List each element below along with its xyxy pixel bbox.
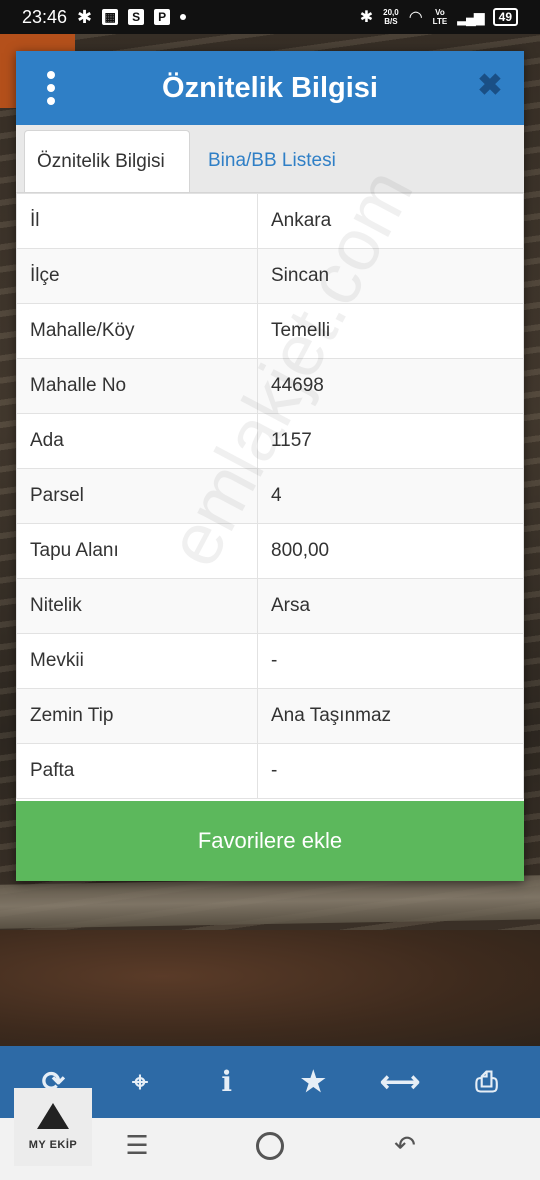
attr-value: 1157: [257, 413, 524, 469]
attr-key: Parsel: [16, 468, 258, 524]
dialog-header: Öznitelik Bilgisi ✖: [16, 51, 524, 125]
status-bar: 23:46 ✱ ▦ S P ✱ 20,0 B/S ◠ Vo LTE ▂▄▆ 49: [0, 0, 540, 34]
print-icon[interactable]: ⎙: [467, 1062, 507, 1102]
attr-key: Pafta: [16, 743, 258, 799]
attr-key: Mevkii: [16, 633, 258, 689]
status-time: 23:46: [22, 6, 68, 27]
back-icon[interactable]: ↶: [390, 1130, 420, 1161]
logo-text: MY EKİP: [28, 1139, 78, 1151]
attr-key: Mahalle No: [16, 358, 258, 414]
notification-star-icon: ✱: [77, 6, 93, 27]
table-row: Mahalle No 44698: [16, 358, 524, 414]
attr-value: Temelli: [257, 303, 524, 359]
table-row: Ada 1157: [16, 413, 524, 469]
table-row: Mevkii -: [16, 633, 524, 689]
attr-key: İlçe: [16, 248, 258, 304]
attr-value: -: [257, 633, 524, 689]
recent-apps-icon[interactable]: ☰: [122, 1130, 152, 1161]
network-type: Vo LTE: [432, 8, 448, 26]
attr-value: 44698: [257, 358, 524, 414]
attr-value: Sincan: [257, 248, 524, 304]
logo-mark-icon: [37, 1103, 69, 1129]
tab-building-list[interactable]: Bina/BB Listesi: [190, 130, 348, 192]
wifi-icon: ◠: [408, 9, 423, 26]
table-row: Zemin Tip Ana Taşınmaz: [16, 688, 524, 744]
map-road: [0, 875, 540, 929]
table-row: İl Ankara: [16, 193, 524, 249]
myekip-logo: MY EKİP: [14, 1088, 92, 1166]
tab-bar: Öznitelik Bilgisi Bina/BB Listesi: [16, 125, 524, 193]
dialog-title: Öznitelik Bilgisi: [162, 71, 378, 104]
attribute-table: İl Ankara İlçe Sincan Mahalle/Köy Temelli M…: [16, 193, 524, 799]
table-row: Nitelik Arsa: [16, 578, 524, 634]
attribute-dialog: Öznitelik Bilgisi ✖ Öznitelik Bilgisi Bi…: [16, 51, 524, 881]
map-field: [0, 930, 540, 1046]
bluetooth-icon: ✱: [359, 9, 374, 26]
attr-key: Tapu Alanı: [16, 523, 258, 579]
star-icon[interactable]: ★: [293, 1062, 333, 1102]
table-row: Mahalle/Köy Temelli: [16, 303, 524, 359]
add-to-favorites-button[interactable]: Favorilere ekle: [16, 801, 524, 881]
attr-value: -: [257, 743, 524, 799]
attr-key: Zemin Tip: [16, 688, 258, 744]
network-speed: 20,0 B/S: [383, 8, 399, 26]
app-s-icon: S: [128, 9, 145, 25]
table-row: Pafta -: [16, 743, 524, 799]
table-row: Parsel 4: [16, 468, 524, 524]
app-p-icon: P: [154, 9, 171, 25]
attr-value: 4: [257, 468, 524, 524]
table-row: İlçe Sincan: [16, 248, 524, 304]
close-icon[interactable]: ✖: [476, 71, 504, 101]
home-icon[interactable]: [256, 1132, 284, 1160]
app-grid-icon: ▦: [102, 9, 119, 25]
attr-key: Mahalle/Köy: [16, 303, 258, 359]
table-row: Tapu Alanı 800,00: [16, 523, 524, 579]
locate-icon[interactable]: ⌖: [120, 1062, 160, 1102]
battery-indicator: 49: [492, 8, 518, 26]
info-icon[interactable]: i: [207, 1062, 247, 1102]
attr-key: İl: [16, 193, 258, 249]
signal-icon: ▂▄▆: [457, 8, 484, 25]
tab-attribute-info[interactable]: Öznitelik Bilgisi: [24, 130, 190, 192]
attr-value: Ana Taşınmaz: [257, 688, 524, 744]
more-vertical-icon[interactable]: [44, 71, 58, 105]
attr-value: Ankara: [257, 193, 524, 249]
attr-value: Arsa: [257, 578, 524, 634]
measure-icon[interactable]: ⟷: [380, 1062, 420, 1102]
attr-key: Ada: [16, 413, 258, 469]
attr-key: Nitelik: [16, 578, 258, 634]
attr-value: 800,00: [257, 523, 524, 579]
notification-dot-icon: [180, 14, 187, 20]
